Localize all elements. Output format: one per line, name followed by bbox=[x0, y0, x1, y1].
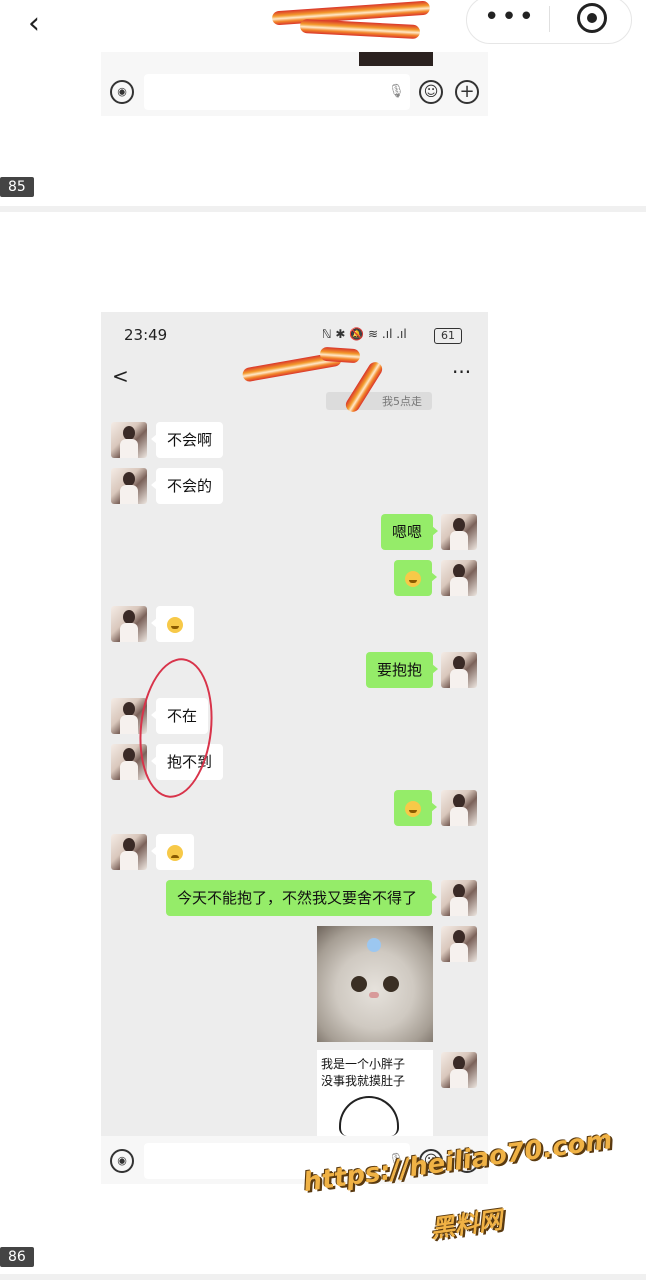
avatar-self[interactable] bbox=[441, 514, 477, 550]
avatar-contact[interactable] bbox=[111, 834, 147, 870]
avatar-contact[interactable] bbox=[111, 606, 147, 642]
cat-nose bbox=[369, 992, 379, 998]
plus-icon[interactable]: + bbox=[455, 80, 479, 104]
cat-sticker[interactable] bbox=[317, 926, 433, 1042]
emoji-bubble[interactable] bbox=[151, 606, 194, 642]
message-input[interactable] bbox=[144, 74, 410, 110]
emoji-icon[interactable]: ☺ bbox=[419, 80, 443, 104]
message-bubble[interactable]: 嗯嗯 bbox=[381, 514, 439, 550]
mic-icon[interactable]: 🎙 bbox=[388, 83, 405, 101]
page-number: 86 bbox=[0, 1247, 34, 1267]
message-bubble[interactable]: 要抱抱 bbox=[366, 652, 439, 688]
capsule-divider bbox=[549, 6, 550, 32]
page-separator bbox=[0, 1274, 646, 1280]
sad-emoji-icon bbox=[167, 844, 183, 861]
status-icons: ℕ ✱ 🔕 ≋ .ıl .ıl bbox=[322, 327, 407, 341]
page-separator bbox=[0, 206, 646, 212]
smile-emoji-icon bbox=[405, 800, 421, 817]
emoji-bubble[interactable] bbox=[394, 790, 437, 826]
voice-icon[interactable]: ◉ bbox=[110, 1149, 134, 1173]
close-target-icon[interactable] bbox=[577, 3, 607, 33]
status-time: 23:49 bbox=[124, 326, 168, 344]
chat-more-icon[interactable]: ··· bbox=[452, 360, 471, 384]
smile-emoji-icon bbox=[405, 570, 421, 587]
voice-icon[interactable]: ◉ bbox=[110, 80, 134, 104]
more-icon[interactable]: ••• bbox=[484, 2, 534, 32]
blob-drawing bbox=[339, 1096, 399, 1136]
avatar-self[interactable] bbox=[441, 560, 477, 596]
avatar-contact[interactable] bbox=[111, 422, 147, 458]
emoji-bubble[interactable] bbox=[151, 834, 194, 870]
flower-icon bbox=[367, 938, 381, 952]
smile-emoji-icon bbox=[167, 616, 183, 633]
message-bubble[interactable]: 今天不能抱了，不然我又要舍不得了 bbox=[166, 880, 437, 916]
avatar-self[interactable] bbox=[441, 790, 477, 826]
sticker-caption: 我是一个小胖子 没事我就摸肚子 bbox=[321, 1057, 406, 1088]
redaction-scribble bbox=[319, 346, 361, 364]
avatar-self[interactable] bbox=[441, 652, 477, 688]
prev-thumbnail bbox=[359, 52, 433, 66]
chat-back-icon[interactable]: < bbox=[112, 364, 129, 388]
battery-icon: 61 bbox=[434, 328, 462, 344]
avatar-self[interactable] bbox=[441, 1052, 477, 1088]
message-bubble[interactable]: 不会啊 bbox=[150, 422, 224, 458]
emoji-bubble[interactable] bbox=[394, 560, 437, 596]
cat-eye bbox=[351, 976, 367, 992]
watermark-name: 黑料网 bbox=[428, 1205, 505, 1244]
chat-notice-text: 我5点走 bbox=[382, 395, 422, 408]
avatar-contact[interactable] bbox=[111, 468, 147, 504]
avatar-self[interactable] bbox=[441, 880, 477, 916]
cat-eye bbox=[383, 976, 399, 992]
message-bubble[interactable]: 不会的 bbox=[150, 468, 224, 504]
page-number: 85 bbox=[0, 177, 34, 197]
text-sticker[interactable]: 我是一个小胖子 没事我就摸肚子 bbox=[317, 1050, 433, 1136]
back-icon[interactable]: ‹ bbox=[14, 4, 54, 44]
avatar-self[interactable] bbox=[441, 926, 477, 962]
